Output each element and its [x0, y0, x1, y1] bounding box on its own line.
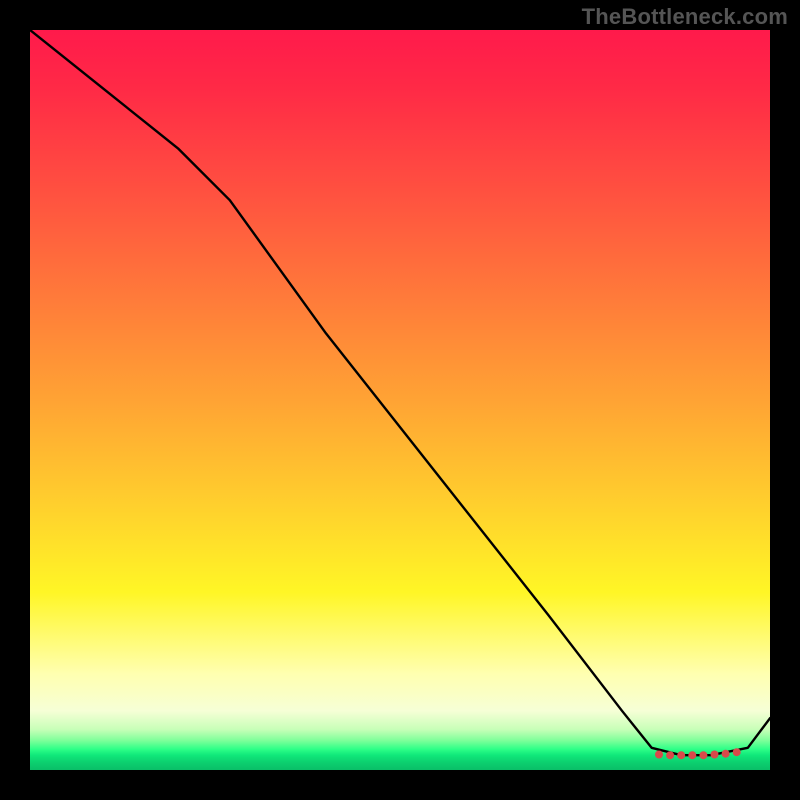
- bottom-marker-cluster: [655, 748, 741, 759]
- line-overlay: [30, 30, 770, 770]
- marker-point: [733, 748, 741, 756]
- marker-point: [655, 751, 663, 759]
- marker-point: [677, 751, 685, 759]
- data-curve: [30, 30, 770, 755]
- marker-point: [722, 750, 730, 758]
- marker-point: [699, 751, 707, 759]
- chart-frame: TheBottleneck.com: [0, 0, 800, 800]
- marker-point: [666, 751, 674, 759]
- plot-area: [30, 30, 770, 770]
- marker-point: [688, 751, 696, 759]
- marker-point: [711, 751, 719, 759]
- watermark-text: TheBottleneck.com: [582, 4, 788, 30]
